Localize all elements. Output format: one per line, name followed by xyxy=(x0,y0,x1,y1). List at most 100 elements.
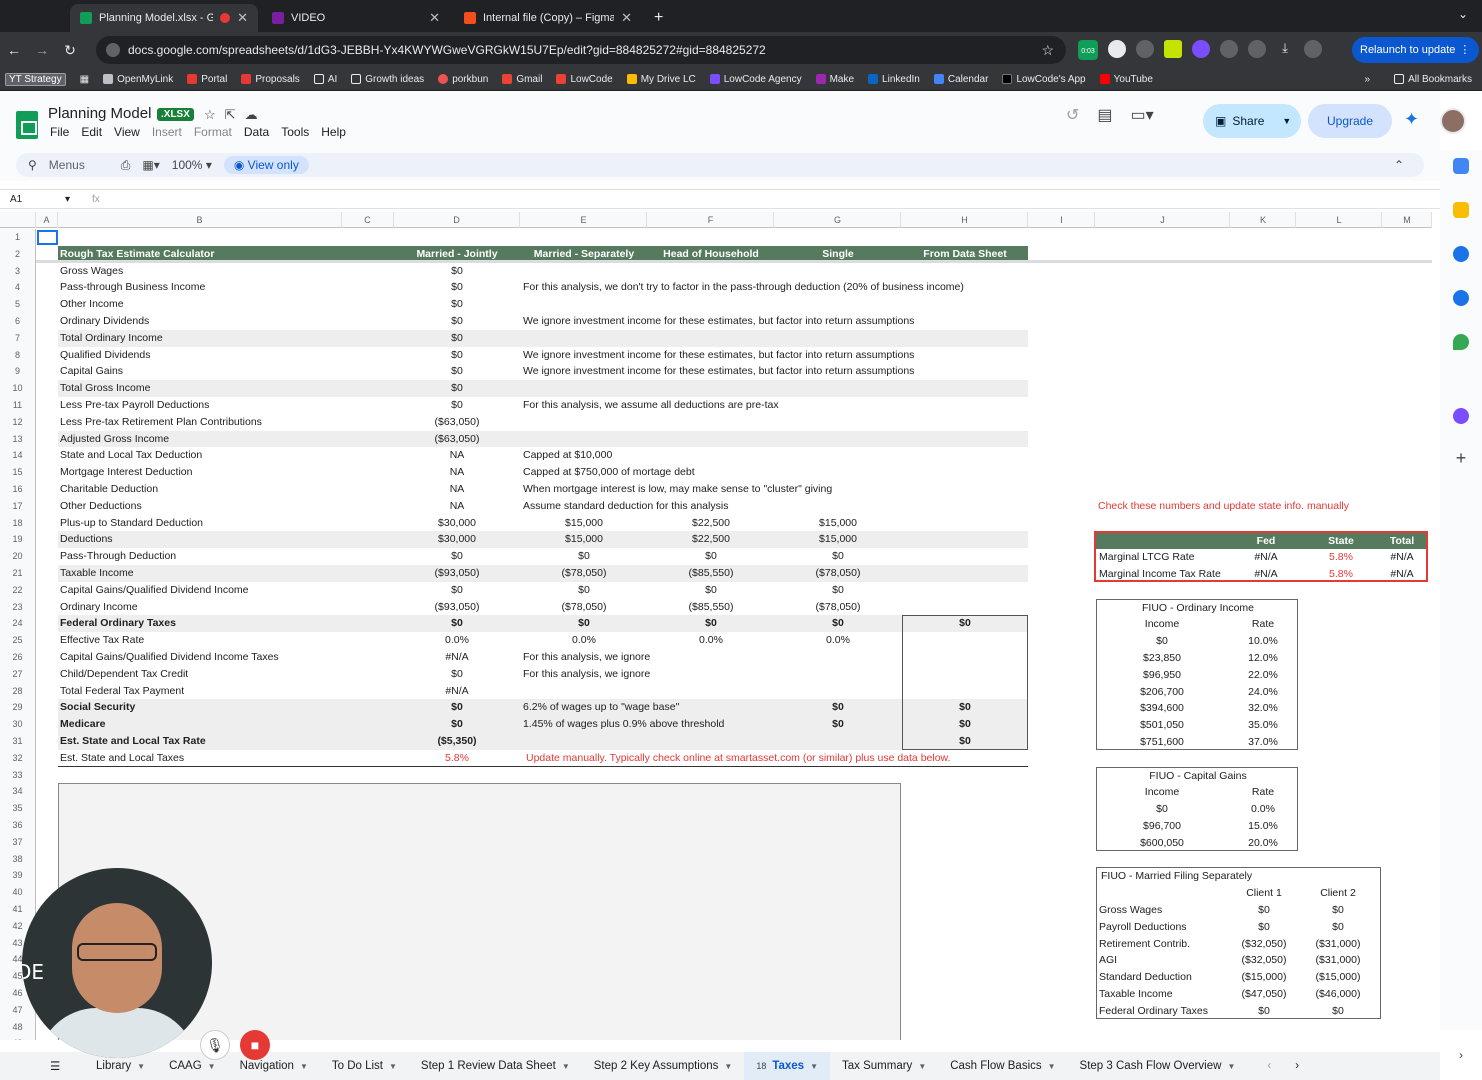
site-info-icon[interactable] xyxy=(106,43,120,57)
column-header[interactable]: H xyxy=(902,212,1028,228)
row-label[interactable]: Less Pre-tax Payroll Deductions xyxy=(60,397,209,414)
row-number[interactable]: 6 xyxy=(0,313,36,330)
row-number[interactable]: 5 xyxy=(0,296,36,313)
browser-tab-video[interactable]: VIDEO ✕ xyxy=(262,4,450,32)
download-icon[interactable]: ⤓ xyxy=(1276,40,1294,58)
bookmark-make[interactable]: Make xyxy=(815,74,854,85)
row-label[interactable]: Other Deductions xyxy=(60,498,142,515)
row-number[interactable]: 11 xyxy=(0,397,36,414)
chevron-down-icon[interactable]: ▼ xyxy=(1048,1062,1056,1071)
column-header[interactable]: M xyxy=(1383,212,1432,228)
value-cell[interactable]: $0 xyxy=(394,582,520,599)
chevron-down-icon[interactable]: ▼ xyxy=(562,1062,570,1071)
chevron-down-icon[interactable]: ▼ xyxy=(208,1062,216,1071)
row-label[interactable]: Total Federal Tax Payment xyxy=(60,683,184,700)
column-header[interactable]: A xyxy=(36,212,58,228)
row-number[interactable]: 10 xyxy=(0,380,36,397)
all-sheets-icon[interactable]: ☰ xyxy=(38,1059,72,1073)
value-cell[interactable]: $0 xyxy=(394,666,520,683)
row-label[interactable]: Less Pre-tax Retirement Plan Contributio… xyxy=(60,414,262,431)
value-cell[interactable]: ($5,350) xyxy=(394,733,520,750)
value-cell[interactable]: $15,000 xyxy=(521,515,647,532)
value-cell[interactable]: $0 xyxy=(394,615,520,632)
value-cell[interactable]: $0 xyxy=(394,330,520,347)
row-label[interactable]: Mortgage Interest Deduction xyxy=(60,464,193,481)
row-label[interactable]: Child/Dependent Tax Credit xyxy=(60,666,188,683)
row-label[interactable]: Federal Ordinary Taxes xyxy=(60,615,176,632)
row-number[interactable]: 20 xyxy=(0,548,36,565)
row-label[interactable]: Capital Gains xyxy=(60,363,123,380)
close-icon[interactable]: ✕ xyxy=(429,10,440,26)
relaunch-button[interactable]: Relaunch to update ⋮ xyxy=(1352,37,1480,63)
row-label[interactable]: Adjusted Gross Income xyxy=(60,431,169,448)
cloud-icon[interactable]: ☁ xyxy=(245,107,258,123)
row-number[interactable]: 49 xyxy=(0,1035,36,1040)
row-number[interactable]: 32 xyxy=(0,749,36,767)
note-cell[interactable]: For this analysis, we assume all deducti… xyxy=(523,397,779,414)
value-cell[interactable]: $0 xyxy=(775,615,901,632)
column-header[interactable]: J xyxy=(1096,212,1230,228)
row-number[interactable]: 35 xyxy=(0,800,36,817)
row-label[interactable]: Capital Gains/Qualified Dividend Income xyxy=(60,582,249,599)
value-cell[interactable]: $0 xyxy=(394,363,520,380)
chevron-down-icon[interactable]: ▼ xyxy=(389,1062,397,1071)
value-cell[interactable]: $30,000 xyxy=(394,515,520,532)
note-cell[interactable]: Update manually. Typically check online … xyxy=(526,750,950,767)
row-label[interactable]: Ordinary Dividends xyxy=(60,313,149,330)
row-number[interactable]: 9 xyxy=(0,363,36,381)
value-cell[interactable]: $0 xyxy=(394,279,520,296)
selected-cell[interactable] xyxy=(37,230,58,245)
value-cell[interactable]: $0 xyxy=(648,548,774,565)
row-number[interactable]: 8 xyxy=(0,346,36,364)
column-header[interactable]: I xyxy=(1029,212,1095,228)
chevron-right-icon[interactable]: › xyxy=(1295,1060,1299,1072)
close-icon[interactable]: ✕ xyxy=(237,10,248,26)
menu-view[interactable]: View xyxy=(114,125,140,139)
value-cell[interactable]: ($93,050) xyxy=(394,599,520,616)
value-cell[interactable]: ($78,050) xyxy=(775,565,901,582)
extension-icon[interactable] xyxy=(1108,40,1126,58)
column-header[interactable]: K xyxy=(1231,212,1296,228)
value-cell[interactable]: 0.0% xyxy=(394,632,520,649)
bookmark-growth-ideas[interactable]: Growth ideas xyxy=(351,74,424,85)
value-cell[interactable]: $0 xyxy=(775,582,901,599)
comment-icon[interactable]: ▤ xyxy=(1097,105,1112,125)
chevron-down-icon[interactable]: ▼ xyxy=(724,1062,732,1071)
menu-tools[interactable]: Tools xyxy=(281,125,309,139)
filter-icon[interactable]: ▦▾ xyxy=(142,158,159,172)
close-icon[interactable]: ✕ xyxy=(621,10,632,26)
chevron-down-icon[interactable]: ▼ xyxy=(810,1062,818,1071)
all-bookmarks[interactable]: » All Bookmarks xyxy=(1365,74,1472,85)
value-cell[interactable]: $0 xyxy=(394,313,520,330)
value-cell[interactable]: NA xyxy=(394,447,520,464)
row-number[interactable]: 1 xyxy=(0,229,36,246)
sheet-tab-tax-summary[interactable]: Tax Summary ▼ xyxy=(830,1060,938,1072)
row-number[interactable]: 26 xyxy=(0,649,36,666)
value-cell[interactable]: $22,500 xyxy=(648,515,774,532)
new-tab-icon[interactable]: + xyxy=(646,4,671,32)
reload-icon[interactable]: ↻ xyxy=(56,42,84,59)
row-number[interactable]: 4 xyxy=(0,279,36,297)
chevron-down-icon[interactable]: ▼ xyxy=(137,1062,145,1071)
calendar-icon[interactable] xyxy=(1453,158,1469,174)
note-cell[interactable]: Assume standard deduction for this analy… xyxy=(523,498,728,515)
bookmark-gmail[interactable]: Gmail xyxy=(502,74,542,85)
tasks-icon[interactable] xyxy=(1453,246,1469,262)
chevron-right-icon[interactable]: » xyxy=(1365,74,1371,85)
keep-icon[interactable] xyxy=(1453,202,1469,218)
note-cell[interactable]: We ignore investment income for these es… xyxy=(523,363,914,380)
row-number[interactable]: 21 xyxy=(0,565,36,582)
row-number[interactable]: 16 xyxy=(0,481,36,498)
row-label[interactable]: Pass-through Business Income xyxy=(60,279,205,296)
menu-help[interactable]: Help xyxy=(321,125,346,139)
value-cell[interactable]: ($63,050) xyxy=(394,414,520,431)
chevron-left-icon[interactable]: ‹ xyxy=(1267,1060,1271,1072)
chevron-down-icon[interactable]: ▾ xyxy=(65,194,70,205)
value-cell[interactable]: $22,500 xyxy=(648,531,774,548)
puzzle-icon[interactable] xyxy=(1248,40,1266,58)
row-number[interactable]: 41 xyxy=(0,901,36,918)
value-cell[interactable]: $0 xyxy=(394,263,520,280)
extension-icon[interactable] xyxy=(1164,40,1182,58)
browser-tab-sheets[interactable]: Planning Model.xlsx - Goo ✕ xyxy=(70,4,258,32)
row-label[interactable]: Plus-up to Standard Deduction xyxy=(60,515,203,532)
